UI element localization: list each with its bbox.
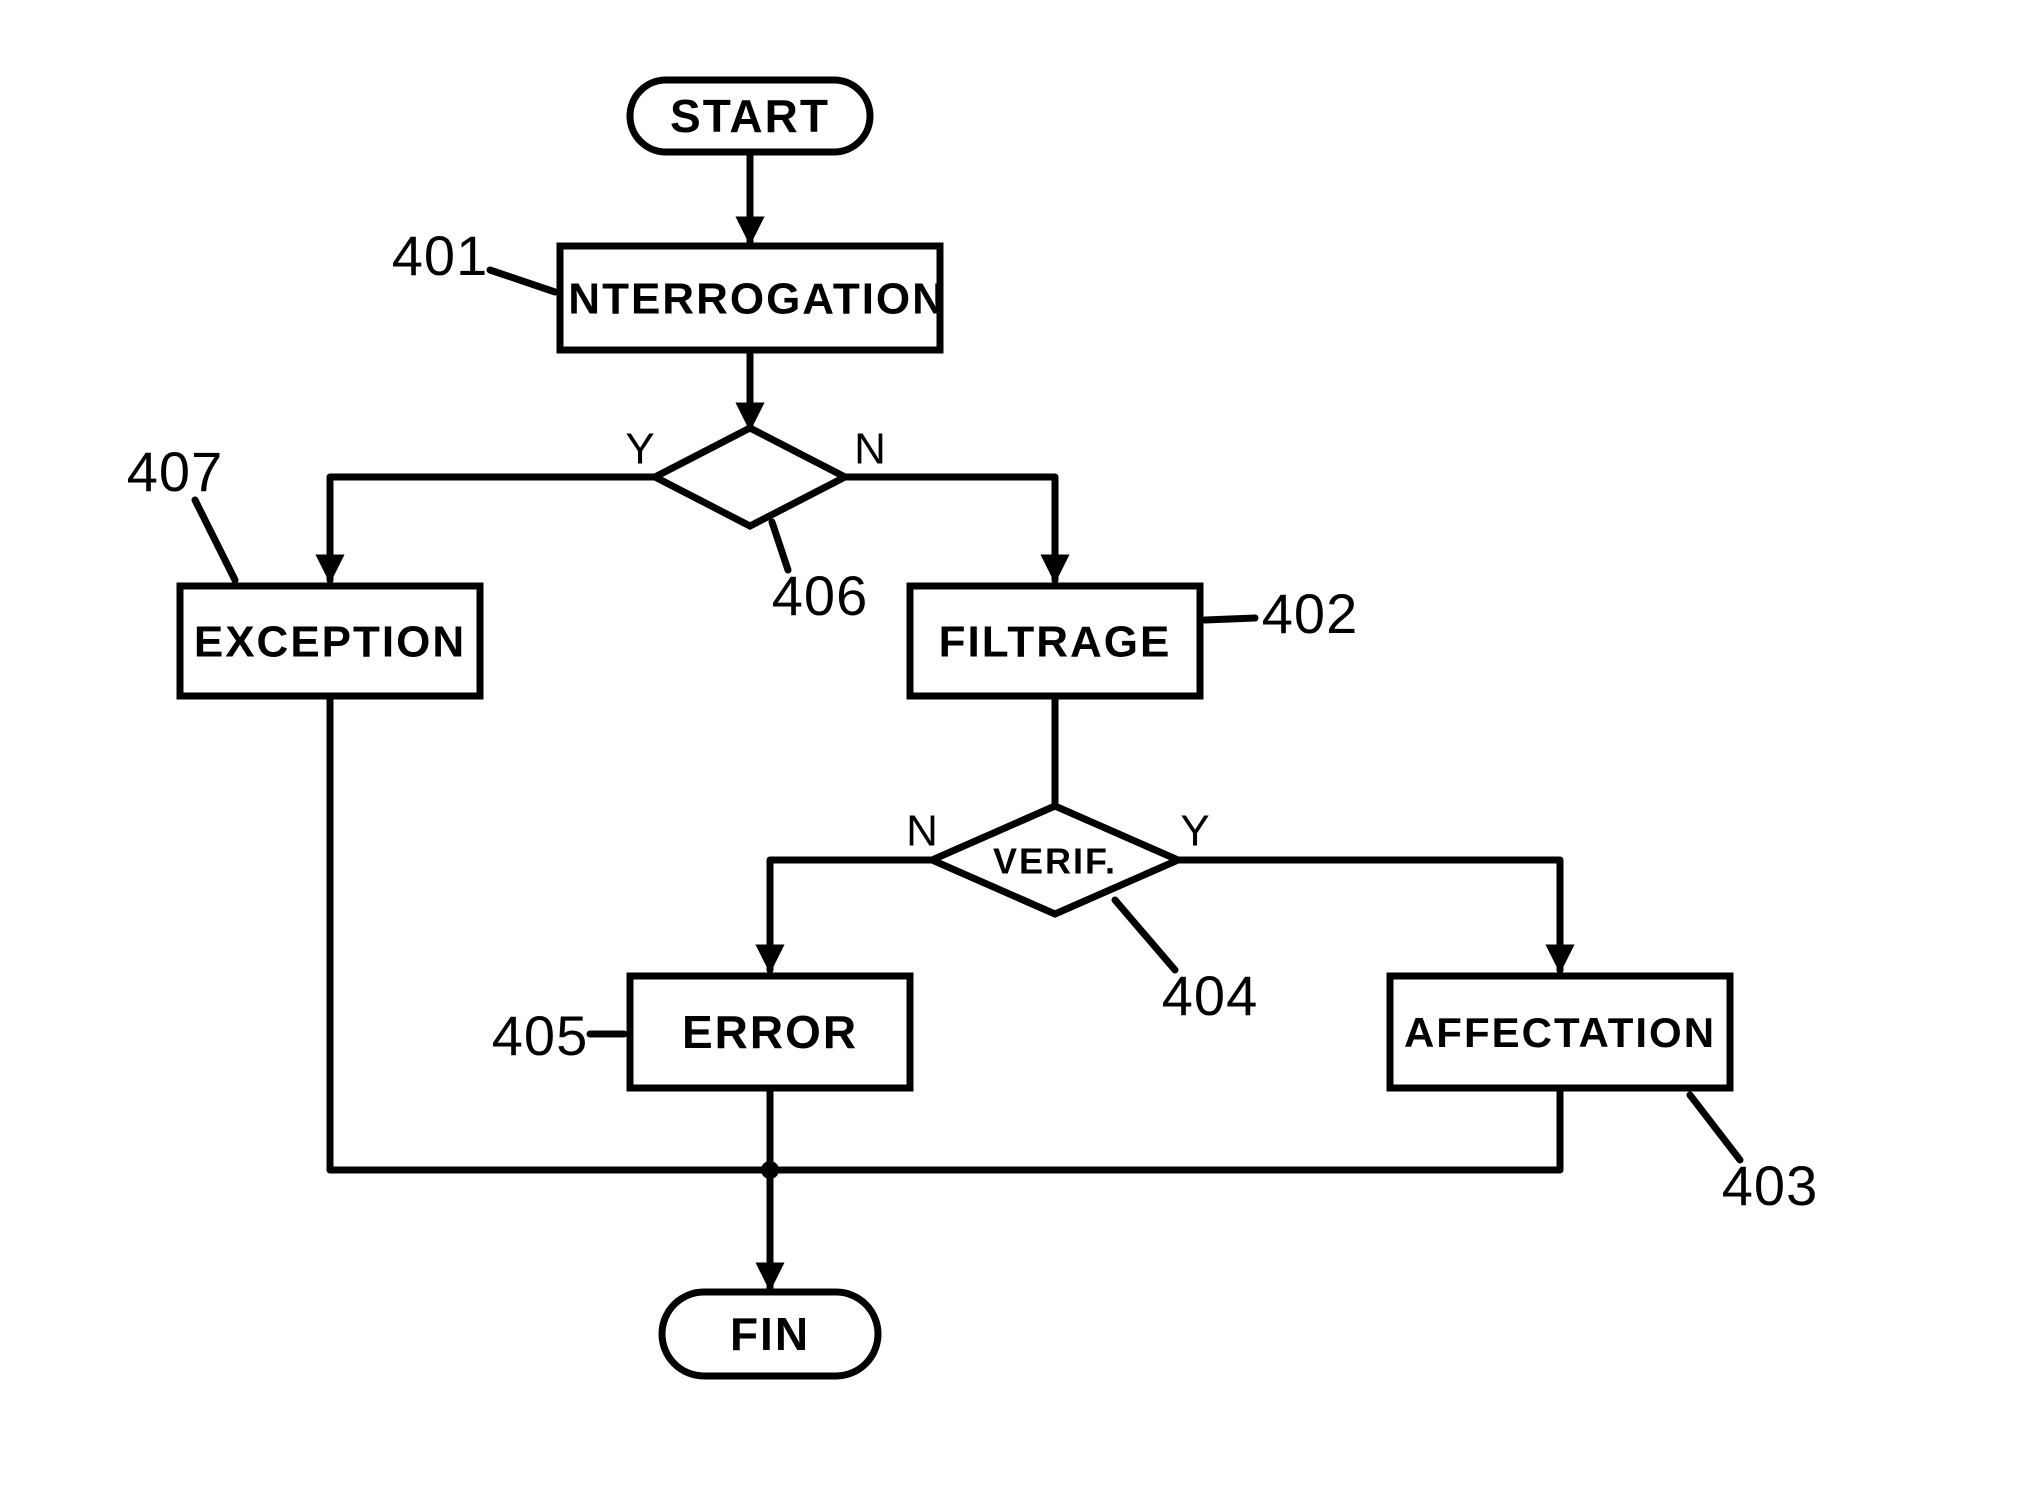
edge-decision-filtrage [840,477,1055,580]
verif-node: VERIF. [932,806,1178,914]
merge-junction [761,1161,779,1179]
verif-label: VERIF. [993,841,1117,882]
decision-ex-node [655,428,845,526]
fin-label: FIN [730,1308,810,1360]
fin-node: FIN [662,1292,878,1376]
error-label: ERROR [682,1006,858,1058]
decision-ex-ref-leader [772,522,788,570]
start-node: START [630,80,870,152]
decision-ex-yes: Y [625,425,654,474]
interrogation-ref: 401 [392,224,488,287]
flowchart: Y N N Y START INTERROGATION 401 406 EXCE… [0,0,2030,1496]
edge-exception-merge [330,696,770,1170]
verif-no: N [906,807,938,856]
affectation-node: AFFECTATION [1390,976,1730,1088]
interrogation-node: INTERROGATION [554,246,946,350]
filtrage-ref-leader [1205,618,1255,620]
affectation-label: AFFECTATION [1404,1009,1716,1056]
exception-ref-leader [195,500,235,580]
exception-node: EXCEPTION [180,586,480,696]
verif-ref-leader [1115,900,1175,970]
filtrage-ref: 402 [1262,582,1358,645]
interrogation-ref-leader [490,270,555,292]
error-node: ERROR [630,976,910,1088]
exception-ref: 407 [127,440,223,503]
filtrage-label: FILTRAGE [939,618,1172,667]
decision-ex-ref: 406 [772,564,868,627]
affectation-ref-leader [1690,1095,1740,1160]
filtrage-node: FILTRAGE [910,586,1200,696]
edge-verif-affectation [1172,860,1560,970]
error-ref: 405 [492,1004,588,1067]
affectation-ref: 403 [1722,1154,1818,1217]
edge-verif-error [770,860,938,970]
edge-affectation-merge [770,1088,1560,1170]
edge-decision-exception [330,477,660,580]
exception-label: EXCEPTION [194,618,466,667]
decision-ex-no: N [854,425,886,474]
verif-yes: Y [1180,807,1209,856]
interrogation-label: INTERROGATION [554,275,946,324]
start-label: START [670,90,830,142]
